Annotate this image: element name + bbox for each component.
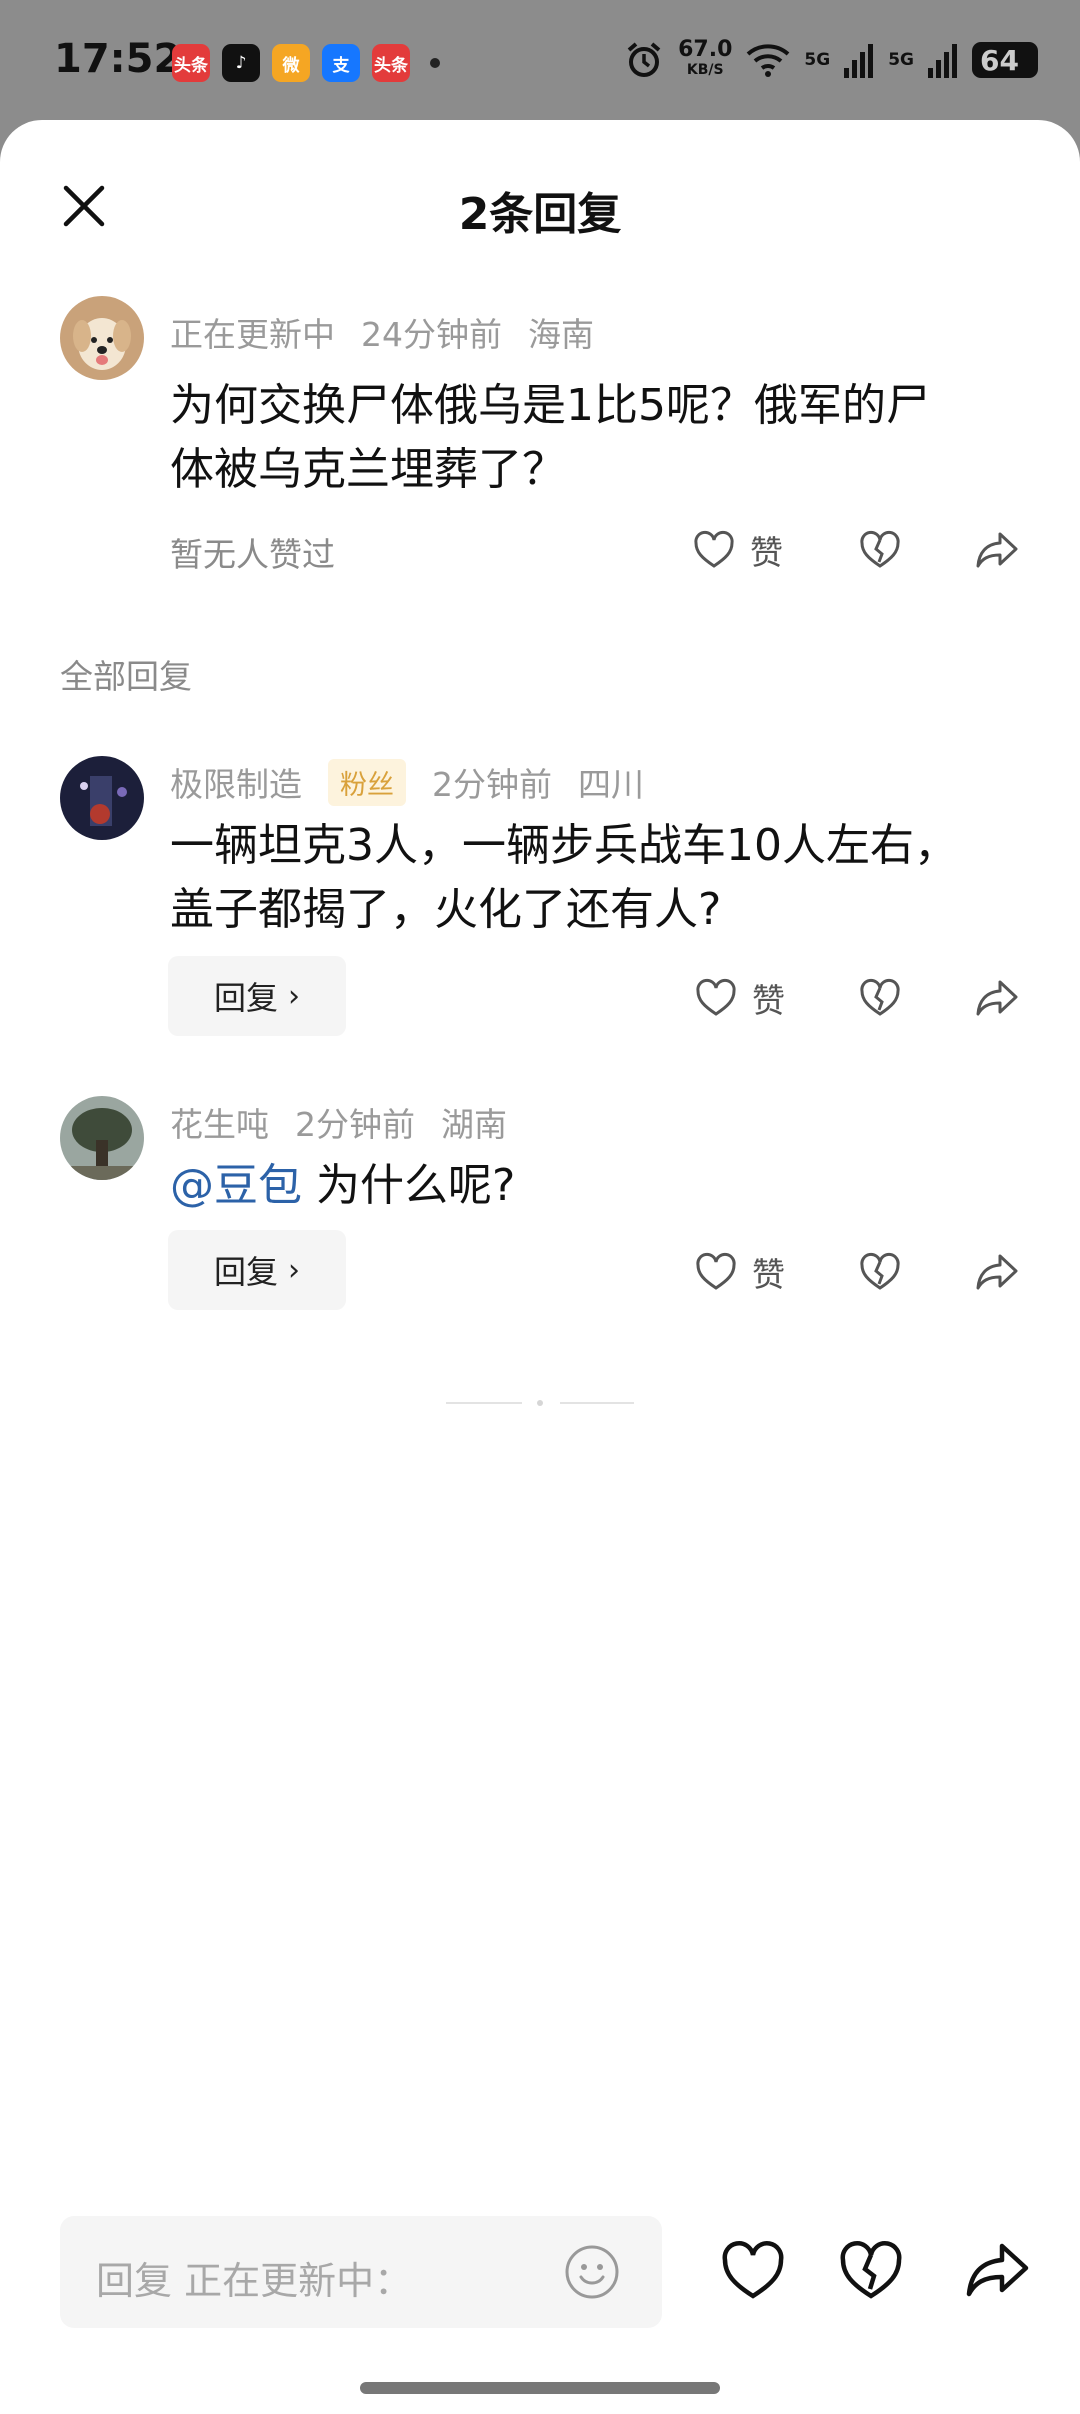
reply-location: 湖南 <box>441 1105 507 1144</box>
weibo-app-icon: 微 <box>272 44 310 82</box>
tiktok-app-icon: ♪ <box>222 44 260 82</box>
fan-badge: 粉丝 <box>328 758 406 806</box>
like-label: 赞 <box>752 981 785 1020</box>
avatar[interactable] <box>60 1096 144 1180</box>
heart-icon <box>694 530 734 568</box>
dislike-button[interactable] <box>858 1250 902 1294</box>
wifi-icon <box>747 44 790 77</box>
heart-icon <box>696 1252 736 1290</box>
toutiao-lite-app-icon: 头条 <box>372 44 410 82</box>
reply-time: 2分钟前 <box>295 1105 415 1144</box>
share-icon[interactable] <box>974 976 1020 1020</box>
home-indicator[interactable] <box>360 2382 720 2394</box>
username[interactable]: 极限制造 <box>170 758 302 806</box>
reply-input[interactable]: 回复 正在更新中： <box>60 2216 662 2328</box>
end-of-list-dot <box>537 1400 543 1406</box>
share-icon[interactable] <box>974 1250 1020 1294</box>
share-icon[interactable] <box>974 528 1020 572</box>
sheet-title: 2条回复 <box>458 189 622 240</box>
like-label: 赞 <box>752 1255 785 1294</box>
comment-time: 24分钟前 <box>361 315 502 354</box>
like-label: 赞 <box>750 533 783 572</box>
more-notifications-dot <box>430 58 440 68</box>
alipay-app-icon: 支 <box>322 44 360 82</box>
like-button[interactable]: 赞 <box>694 974 785 1022</box>
comment-meta: 正在更新中 24分钟前 海南 <box>170 308 620 356</box>
reply-button[interactable]: 回复 › <box>168 956 346 1036</box>
reply-text: @豆包 为什么呢? <box>170 1160 516 1211</box>
status-bar: 17:52 头条 ♪ 微 支 头条 67.0 KB/S 5G 5G 64 <box>0 0 1080 120</box>
comment-text: 为何交换尸体俄乌是1比5呢？俄军的尸 体被乌克兰埋葬了？ <box>170 380 930 495</box>
network-type-1: 5G <box>804 50 831 70</box>
end-of-list-divider <box>560 1402 634 1404</box>
replies-sheet: 2条回复 正在更新中 24分钟前 海南 为何交换尸体俄乌是1比5呢？俄军的尸 体… <box>0 120 1080 2414</box>
no-likes-text: 暂无人赞过 <box>170 535 335 574</box>
reply-meta: 花生吨 2分钟前 湖南 <box>170 1098 533 1146</box>
heart-icon[interactable] <box>720 2238 786 2304</box>
alarm-icon <box>627 42 661 77</box>
battery-indicator: 64 <box>972 42 1038 78</box>
all-replies-label: 全部回复 <box>60 657 192 696</box>
tree-avatar-image <box>60 1096 144 1180</box>
status-indicators: 67.0 KB/S 5G 5G 64 <box>624 37 1038 80</box>
status-time: 17:52 <box>54 36 182 82</box>
username[interactable]: 花生吨 <box>170 1098 269 1146</box>
reply-text: 一辆坦克3人，一辆步兵战车10人左右， 盖子都揭了，火化了还有人? <box>170 820 958 935</box>
signal-icon-2 <box>928 44 957 78</box>
puppy-avatar-image <box>60 296 144 380</box>
network-speed: 67.0 KB/S <box>678 37 733 79</box>
night-scene-avatar-image <box>60 756 144 840</box>
reply-time: 2分钟前 <box>432 765 552 804</box>
notification-app-icons: 头条 ♪ 微 支 头条 <box>172 44 440 82</box>
reply-button[interactable]: 回复 › <box>168 1230 346 1310</box>
like-button[interactable]: 赞 <box>694 1248 785 1296</box>
signal-icon <box>844 44 874 78</box>
dislike-button[interactable] <box>858 976 902 1020</box>
username[interactable]: 正在更新中 <box>170 308 335 356</box>
like-button[interactable]: 赞 <box>692 526 783 574</box>
reply-location: 四川 <box>578 765 644 804</box>
network-type-2: 5G <box>888 50 914 70</box>
share-icon[interactable] <box>964 2238 1030 2304</box>
heart-icon <box>696 978 736 1016</box>
reply-input-placeholder: 回复 正在更新中： <box>96 2259 413 2303</box>
chevron-right-icon: › <box>288 978 300 1014</box>
mention-link[interactable]: @豆包 <box>170 1160 302 1211</box>
dislike-button[interactable] <box>858 528 902 572</box>
reply-meta: 极限制造 粉丝 2分钟前 四川 <box>170 758 670 806</box>
emoji-icon[interactable] <box>564 2244 620 2300</box>
chevron-right-icon: › <box>288 1252 300 1288</box>
end-of-list-divider <box>446 1402 522 1404</box>
avatar[interactable] <box>60 756 144 840</box>
comment-location: 海南 <box>528 315 594 354</box>
avatar[interactable] <box>60 296 144 380</box>
dislike-icon[interactable] <box>838 2238 904 2304</box>
toutiao-app-icon: 头条 <box>172 44 210 82</box>
